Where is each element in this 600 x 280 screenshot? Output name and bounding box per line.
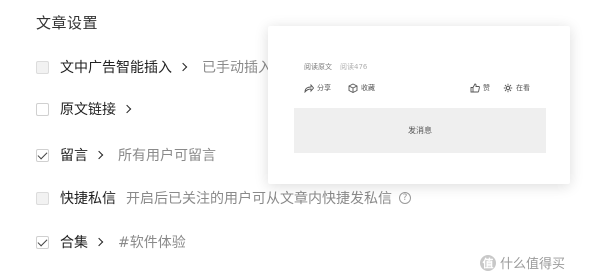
- send-message-label: 发消息: [408, 126, 432, 135]
- site-watermark: 值 什么值得买: [480, 253, 565, 272]
- help-icon[interactable]: ?: [399, 192, 411, 204]
- chevron-right-icon: [94, 150, 104, 160]
- original-link-label: 原文链接: [60, 102, 116, 118]
- setting-row-collection[interactable]: 合集 #软件体验: [36, 231, 186, 253]
- chevron-right-icon: [178, 62, 188, 72]
- comments-desc: 所有用户可留言: [118, 148, 216, 164]
- preview-actions: 分享 收藏 赞 在看: [304, 83, 536, 97]
- comments-label: 留言: [60, 148, 88, 164]
- comments-checkbox[interactable]: [36, 148, 49, 162]
- preview-meta: 阅读原文 阅读476: [304, 62, 367, 72]
- collection-checkbox[interactable]: [36, 235, 49, 249]
- share-action[interactable]: 分享: [304, 83, 331, 93]
- quick-message-label: 快捷私信: [60, 191, 116, 207]
- ad-insert-desc: 已手动插入: [202, 60, 272, 76]
- setting-row-comments[interactable]: 留言 所有用户可留言: [36, 144, 216, 166]
- send-message-button[interactable]: 发消息: [294, 108, 546, 153]
- original-link-checkbox[interactable]: [36, 102, 49, 116]
- flower-icon: [503, 83, 513, 93]
- quick-message-checkbox[interactable]: [36, 191, 49, 205]
- chevron-right-icon: [122, 104, 132, 114]
- article-preview-popup: 阅读原文 阅读476 分享 收藏 赞 在看 发消息: [268, 26, 570, 184]
- like-label: 赞: [483, 84, 490, 92]
- read-count: 阅读476: [340, 63, 368, 71]
- setting-row-ad-insert[interactable]: 文中广告智能插入 已手动插入: [36, 56, 272, 78]
- page-title: 文章设置: [36, 14, 99, 32]
- watching-action[interactable]: 在看: [503, 83, 530, 93]
- quick-message-desc: 开启后已关注的用户可从文章内快捷发私信: [126, 191, 392, 207]
- collection-desc: #软件体验: [118, 235, 186, 251]
- box-icon: [348, 83, 358, 93]
- share-icon: [304, 83, 314, 93]
- chevron-right-icon: [94, 237, 104, 247]
- favorite-action[interactable]: 收藏: [348, 83, 375, 93]
- site-logo-icon: 值: [480, 254, 496, 271]
- read-original-link[interactable]: 阅读原文: [304, 62, 332, 72]
- ad-insert-checkbox[interactable]: [36, 60, 49, 74]
- collection-label: 合集: [60, 235, 88, 251]
- ad-insert-label: 文中广告智能插入: [60, 60, 172, 76]
- thumbs-up-icon: [470, 83, 480, 93]
- site-watermark-text: 什么值得买: [500, 257, 566, 272]
- share-label: 分享: [317, 84, 331, 92]
- setting-row-original-link[interactable]: 原文链接: [36, 98, 136, 120]
- setting-row-quick-message[interactable]: 快捷私信 开启后已关注的用户可从文章内快捷发私信 ?: [36, 187, 411, 209]
- watching-label: 在看: [516, 84, 530, 92]
- like-action[interactable]: 赞: [470, 83, 490, 93]
- favorite-label: 收藏: [361, 84, 375, 92]
